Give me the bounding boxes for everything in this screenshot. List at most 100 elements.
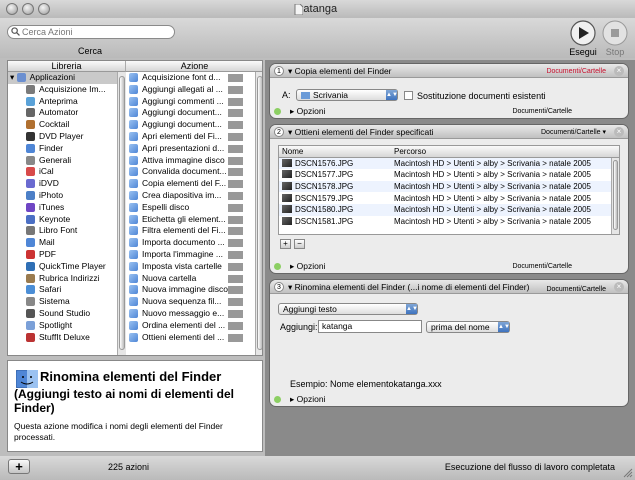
- action-scrollbar[interactable]: [255, 72, 262, 355]
- add-text-field[interactable]: katanga: [318, 320, 422, 333]
- action-header[interactable]: 3 ▾ Rinomina elementi del Finder (...i n…: [270, 280, 628, 294]
- action-title-text: Rinomina elementi del Finder (...i nome …: [294, 282, 530, 292]
- library-item[interactable]: Spotlight: [8, 320, 117, 332]
- library-item[interactable]: ▾ Applicazioni: [8, 72, 117, 84]
- close-icon[interactable]: ×: [614, 282, 624, 292]
- action-list-item-label: Ordina elementi del ...: [142, 319, 226, 330]
- library-item[interactable]: Mail: [8, 237, 117, 249]
- position-popup[interactable]: prima del nome ▲▼: [426, 321, 510, 333]
- action-list-item[interactable]: Apri presentazioni d...: [127, 143, 255, 155]
- action-type: Documenti/Cartelle ▾: [541, 129, 606, 136]
- action-list-item[interactable]: Nuovo messaggio e...: [127, 308, 255, 320]
- library-column-header[interactable]: Libreria: [8, 61, 126, 72]
- library-item[interactable]: Generali: [8, 155, 117, 167]
- action-list-item[interactable]: Filtra elementi del Fi...: [127, 225, 255, 237]
- status-ok-icon: [274, 396, 281, 403]
- action-list-item[interactable]: Crea diapositiva im...: [127, 190, 255, 202]
- library-item[interactable]: Sistema: [8, 296, 117, 308]
- action-list-item[interactable]: Copia elementi del F...: [127, 178, 255, 190]
- status-bar: + 225 azioni Esecuzione del flusso di la…: [0, 456, 635, 480]
- library-item[interactable]: Libro Font: [8, 225, 117, 237]
- library-item[interactable]: iTunes: [8, 202, 117, 214]
- options-toggle[interactable]: ▸ Opzioni: [290, 393, 325, 406]
- action-list-item[interactable]: Aggiungi commenti ...: [127, 96, 255, 108]
- action-list-item[interactable]: Convalida document...: [127, 166, 255, 178]
- library-item[interactable]: iPhoto: [8, 190, 117, 202]
- action-header[interactable]: 1 ▾ Copia elementi del Finder Documenti/…: [270, 64, 628, 78]
- close-icon[interactable]: ×: [614, 66, 624, 76]
- table-row[interactable]: DSCN1581.JPG Macintosh HD > Utenti > alby…: [279, 216, 619, 228]
- action-list-item[interactable]: Nuova cartella: [127, 273, 255, 285]
- path-column-header[interactable]: Percorso: [391, 146, 619, 159]
- finder-action-icon: [129, 120, 138, 130]
- action-list-item[interactable]: Espelli disco: [127, 202, 255, 214]
- action-list-item[interactable]: Aggiungi allegati al ...: [127, 84, 255, 96]
- status-ok-icon: [274, 263, 281, 270]
- action-list-item[interactable]: Importa l'immagine ...: [127, 249, 255, 261]
- library-item[interactable]: Cocktail: [8, 119, 117, 131]
- action-list-item[interactable]: Nuova sequenza fil...: [127, 296, 255, 308]
- library-item[interactable]: Safari: [8, 284, 117, 296]
- add-button[interactable]: +: [8, 459, 30, 474]
- library-item[interactable]: DVD Player: [8, 131, 117, 143]
- stop-button[interactable]: [601, 20, 629, 46]
- table-row[interactable]: DSCN1579.JPG Macintosh HD > Utenti > alby…: [279, 192, 619, 204]
- table-row[interactable]: DSCN1577.JPG Macintosh HD > Utenti > alby…: [279, 169, 619, 181]
- document-icon: [294, 4, 303, 15]
- options-toggle[interactable]: ▸ Opzioni: [290, 105, 325, 118]
- library-item[interactable]: PDF: [8, 249, 117, 261]
- action-type-indicator: [228, 156, 243, 165]
- action-list-item[interactable]: Attiva immagine disco: [127, 155, 255, 167]
- action-list-item[interactable]: Ordina elementi del ...: [127, 320, 255, 332]
- library-item[interactable]: iDVD: [8, 178, 117, 190]
- replace-checkbox[interactable]: [404, 91, 413, 100]
- action-list-item[interactable]: Ottieni elementi del ...: [127, 332, 255, 344]
- add-file-button[interactable]: +: [280, 239, 291, 249]
- action-list-item[interactable]: Aggiungi document...: [127, 107, 255, 119]
- resize-grip-icon[interactable]: [623, 468, 633, 478]
- close-icon[interactable]: ×: [614, 127, 624, 137]
- library-item[interactable]: QuickTime Player: [8, 261, 117, 273]
- library-item-label: PDF: [39, 248, 56, 259]
- close-window-button[interactable]: [6, 3, 18, 15]
- table-row[interactable]: DSCN1576.JPG Macintosh HD > Utenti > alby…: [279, 157, 619, 170]
- app-icon: [26, 285, 35, 295]
- name-column-header[interactable]: Nome: [279, 146, 391, 159]
- action-type: Documenti/Cartelle: [546, 286, 606, 293]
- search-input[interactable]: Cerca Azioni: [7, 25, 175, 39]
- action-list-item[interactable]: Acquisizione font d...: [127, 72, 255, 84]
- action-list-item[interactable]: Nuova immagine disco: [127, 284, 255, 296]
- action-list-item[interactable]: Aggiungi document...: [127, 119, 255, 131]
- destination-popup[interactable]: Scrivania ▲▼: [296, 89, 398, 101]
- disclosure-icon[interactable]: ▾: [10, 72, 17, 82]
- table-row[interactable]: DSCN1580.JPG Macintosh HD > Utenti > alby…: [279, 203, 619, 216]
- action-list-item[interactable]: Importa documento ...: [127, 237, 255, 249]
- action-list-item[interactable]: Imposta vista cartelle: [127, 261, 255, 273]
- minimize-window-button[interactable]: [22, 3, 34, 15]
- action-title-text: Ottieni elementi del Finder specificati: [294, 127, 434, 137]
- action-column-header[interactable]: Azione: [126, 61, 262, 72]
- files-scrollbar[interactable]: [611, 158, 619, 234]
- library-item[interactable]: Rubrica Indirizzi: [8, 273, 117, 285]
- run-button[interactable]: [569, 20, 597, 46]
- zoom-window-button[interactable]: [38, 3, 50, 15]
- library-item[interactable]: Anteprima: [8, 96, 117, 108]
- library-item[interactable]: Acquisizione Im...: [8, 84, 117, 96]
- library-item[interactable]: iCal: [8, 166, 117, 178]
- action-header[interactable]: 2 ▾ Ottieni elementi del Finder specific…: [270, 125, 628, 139]
- remove-file-button[interactable]: −: [294, 239, 305, 249]
- action-list-item[interactable]: Apri elementi del Fi...: [127, 131, 255, 143]
- library-item[interactable]: StuffIt Deluxe: [8, 332, 117, 344]
- library-item[interactable]: Sound Studio: [8, 308, 117, 320]
- library-item[interactable]: Keynote: [8, 214, 117, 226]
- image-thumbnail-icon: [282, 193, 292, 202]
- action-list-item[interactable]: Etichetta gli element...: [127, 214, 255, 226]
- table-row[interactable]: DSCN1578.JPG Macintosh HD > Utenti > alby…: [279, 180, 619, 193]
- library-item[interactable]: Finder: [8, 143, 117, 155]
- library-scrollbar[interactable]: [117, 72, 126, 355]
- image-thumbnail-icon: [282, 159, 292, 168]
- mode-popup[interactable]: Aggiungi testo ▲▼: [278, 303, 418, 315]
- library-item[interactable]: Automator: [8, 107, 117, 119]
- action-type-indicator: [228, 333, 243, 342]
- options-toggle[interactable]: ▸ Opzioni: [290, 260, 325, 273]
